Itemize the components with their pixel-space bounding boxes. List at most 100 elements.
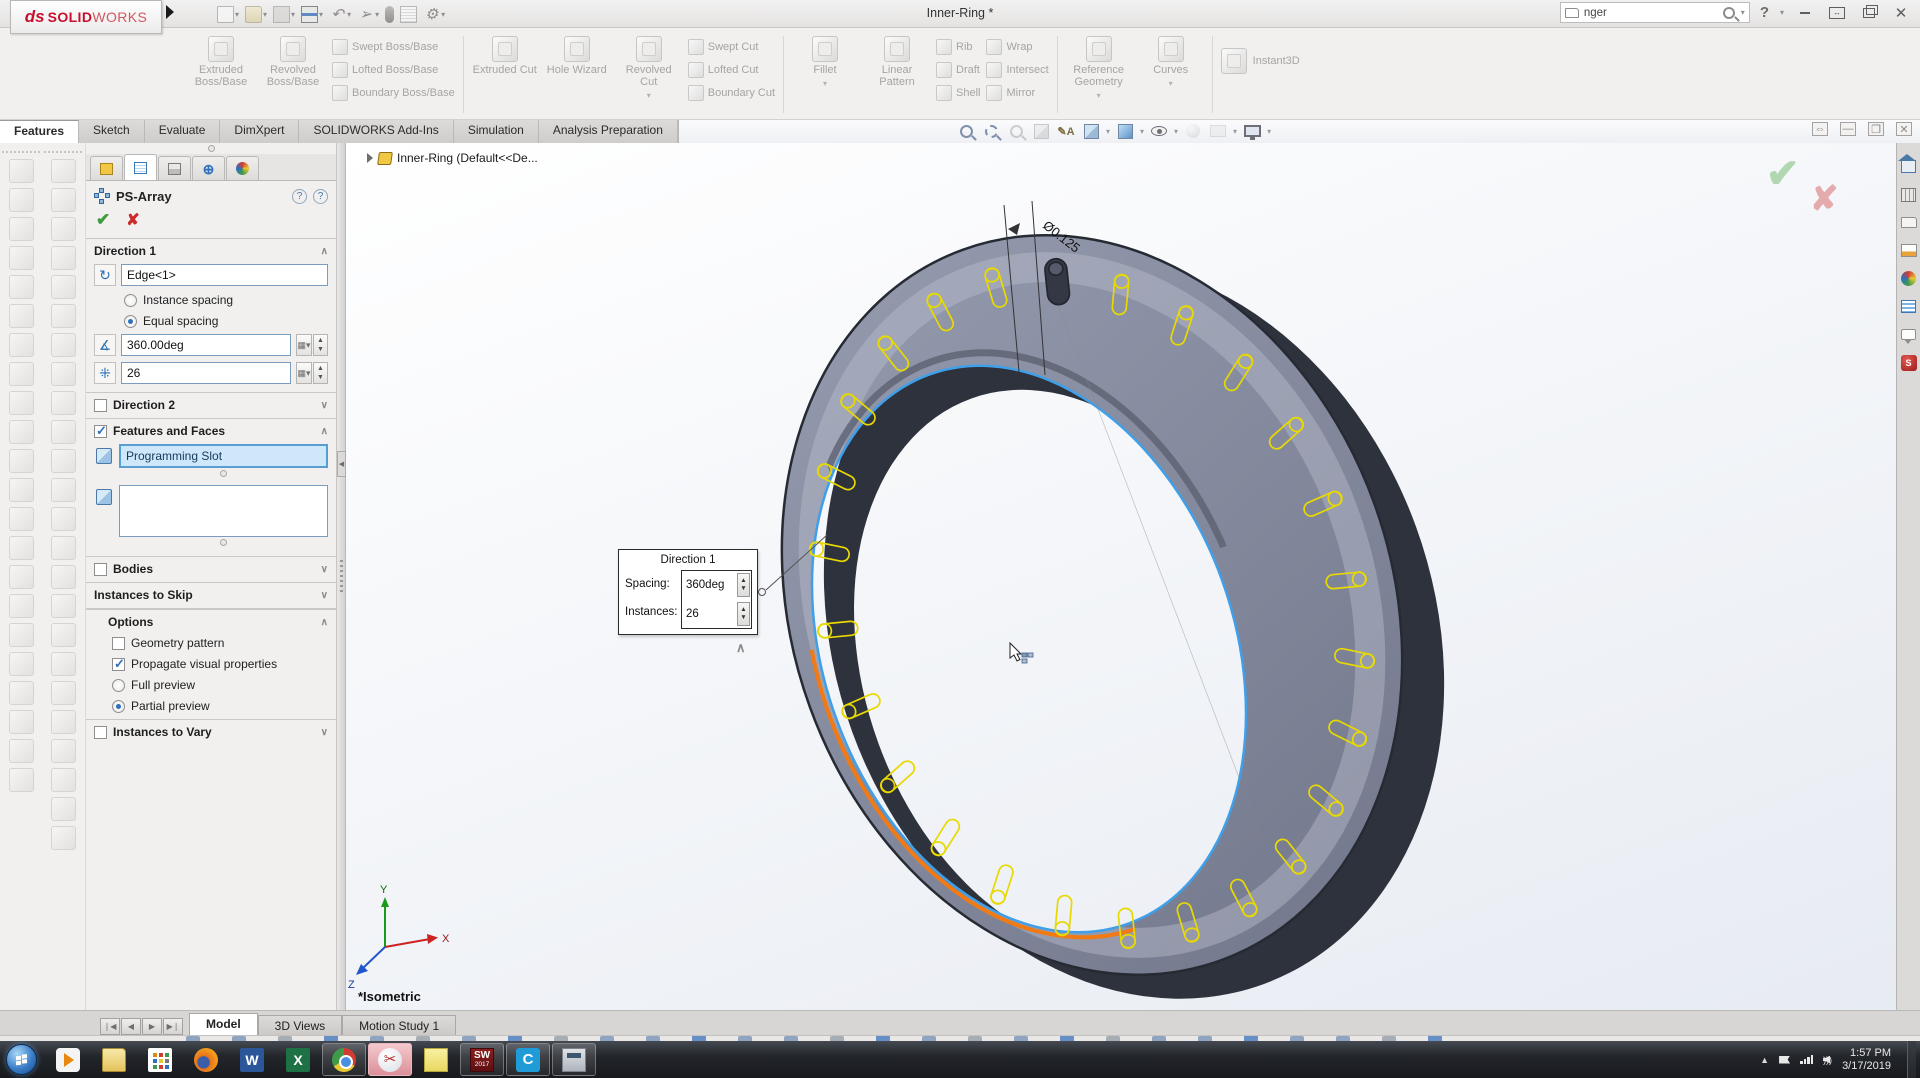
tab-dimxpert[interactable]: DimXpert bbox=[220, 120, 300, 143]
toolbar-icon-placeholder[interactable] bbox=[50, 652, 76, 676]
close-button[interactable]: ✕ bbox=[1890, 4, 1912, 22]
toolbar-icon-placeholder[interactable] bbox=[50, 391, 76, 415]
toolbar-icon-placeholder[interactable] bbox=[50, 478, 76, 502]
toolbar-icon-placeholder[interactable] bbox=[8, 246, 34, 270]
tab-sketch[interactable]: Sketch bbox=[79, 120, 145, 143]
toolbar-icon-placeholder[interactable] bbox=[8, 768, 34, 792]
search-commands-box[interactable]: nger ▾ bbox=[1559, 2, 1750, 23]
toolbar-icon-placeholder[interactable] bbox=[50, 681, 76, 705]
next-tab-button[interactable]: ▶ bbox=[142, 1018, 162, 1035]
ribbon-button-extruded-boss-base[interactable]: Extruded Boss/Base bbox=[188, 34, 254, 88]
feature-tree-root[interactable]: Inner-Ring (Default<<De... bbox=[367, 151, 538, 165]
ribbon-button-revolved-cut[interactable]: Revolved Cut ▾ bbox=[616, 34, 682, 100]
partial-preview-option[interactable]: Partial preview bbox=[112, 699, 328, 713]
tab-propertymanager[interactable] bbox=[124, 154, 157, 180]
toolbar-icon-placeholder[interactable] bbox=[8, 217, 34, 241]
toolbar-icon-placeholder[interactable] bbox=[50, 188, 76, 212]
taskbar-sticky-notes[interactable] bbox=[414, 1043, 458, 1076]
features-to-pattern-list[interactable]: Programming Slot bbox=[119, 444, 328, 468]
toolbar-icon-placeholder[interactable] bbox=[8, 391, 34, 415]
toolbar-icon-placeholder[interactable] bbox=[50, 797, 76, 821]
toolbar-icon-placeholder[interactable] bbox=[50, 507, 76, 531]
toolbar-icon-placeholder[interactable] bbox=[50, 246, 76, 270]
doc-restore-icon[interactable]: ❐ bbox=[1868, 122, 1884, 136]
help-button[interactable]: ? bbox=[1760, 4, 1769, 21]
list-resize-handle[interactable] bbox=[220, 470, 227, 477]
taskbar-c-app[interactable]: C bbox=[506, 1043, 550, 1076]
custom-properties-icon[interactable] bbox=[1899, 297, 1919, 316]
tab-dimxpertmanager[interactable]: ⊕ bbox=[192, 156, 225, 180]
ribbon-button-boundary-cut[interactable]: Boundary Cut bbox=[687, 84, 775, 102]
solidworks-resources-icon[interactable]: S bbox=[1899, 353, 1919, 372]
ribbon-button-shell[interactable]: Shell bbox=[936, 84, 980, 102]
toolbar-icon-placeholder[interactable] bbox=[50, 594, 76, 618]
instance-spacing-radio[interactable] bbox=[124, 293, 137, 307]
features-and-faces-header[interactable]: Features and Faces∧ bbox=[94, 423, 328, 439]
ribbon-button-wrap[interactable]: Wrap bbox=[986, 38, 1048, 56]
toolbar-icon-placeholder[interactable] bbox=[8, 362, 34, 386]
doc-minimize-icon[interactable]: — bbox=[1840, 122, 1856, 136]
graphics-viewport[interactable]: Ø0.125 Y X Z Inner-Ring (Default<<De... … bbox=[346, 143, 1896, 1010]
show-desktop-button[interactable] bbox=[1907, 1041, 1916, 1078]
faces-to-pattern-list[interactable] bbox=[119, 485, 328, 537]
toolbar-icon-placeholder[interactable] bbox=[8, 652, 34, 676]
panel-splitter[interactable]: ◀ bbox=[337, 143, 346, 1010]
cancel-button[interactable]: ✘ bbox=[126, 210, 139, 230]
confirm-ok-icon[interactable]: ✔ bbox=[1766, 151, 1800, 197]
collapse-chevron-icon[interactable]: ∧ bbox=[321, 617, 328, 628]
restore-button[interactable] bbox=[1858, 4, 1880, 22]
toolbar-icon-placeholder[interactable] bbox=[8, 275, 34, 299]
toolbar-icon-placeholder[interactable] bbox=[8, 739, 34, 763]
popup-spacing-spinner[interactable]: ▲ ▼ bbox=[737, 573, 750, 598]
ribbon-button-swept-cut[interactable]: Swept Cut bbox=[687, 38, 775, 56]
toolbar-icon-placeholder[interactable] bbox=[50, 275, 76, 299]
taskbar-clock[interactable]: 1:57 PM 3/17/2019 bbox=[1842, 1047, 1897, 1073]
instances-to-vary-header[interactable]: Instances to Vary ∨ bbox=[94, 725, 328, 739]
propagate-visual-properties-option[interactable]: Propagate visual properties bbox=[112, 656, 328, 672]
toolbar-icon-placeholder[interactable] bbox=[50, 217, 76, 241]
taskbar-excel[interactable]: X bbox=[276, 1043, 320, 1076]
action-center-flag-icon[interactable] bbox=[1779, 1055, 1791, 1064]
previous-tab-button[interactable]: ◀ bbox=[121, 1018, 141, 1035]
equal-spacing-option[interactable]: Equal spacing bbox=[124, 314, 328, 328]
edit-appearance-icon[interactable] bbox=[1182, 121, 1204, 141]
toolbar-icon-placeholder[interactable] bbox=[50, 826, 76, 850]
taskbar-solidworks[interactable]: SW 2017 bbox=[460, 1043, 504, 1076]
toolbar-icon-placeholder[interactable] bbox=[8, 420, 34, 444]
toolbar-icon-placeholder[interactable] bbox=[8, 710, 34, 734]
toolbar-icon-placeholder[interactable] bbox=[50, 710, 76, 734]
search-input[interactable]: nger bbox=[1584, 7, 1718, 19]
expand-chevron-icon[interactable]: ∨ bbox=[321, 400, 328, 411]
toolbar-icon-placeholder[interactable] bbox=[50, 304, 76, 328]
display-style-icon[interactable] bbox=[1114, 121, 1136, 141]
ribbon-button-lofted-cut[interactable]: Lofted Cut bbox=[687, 61, 775, 79]
pattern-axis-field[interactable]: Edge<1> bbox=[121, 264, 328, 286]
previous-view-icon[interactable] bbox=[1005, 121, 1027, 141]
toolbar-icon-placeholder[interactable] bbox=[8, 478, 34, 502]
instances-to-vary-checkbox[interactable] bbox=[94, 725, 107, 739]
tab-motion-study-1[interactable]: Motion Study 1 bbox=[342, 1015, 457, 1035]
taskbar-firefox[interactable] bbox=[184, 1043, 228, 1076]
instances-to-skip-header[interactable]: Instances to Skip ∨ bbox=[94, 588, 328, 602]
zoom-to-fit-icon[interactable] bbox=[955, 121, 977, 141]
partial-preview-radio[interactable] bbox=[112, 699, 125, 713]
tab-analysis-preparation[interactable]: Analysis Preparation bbox=[538, 120, 678, 143]
toolbar-icon-placeholder[interactable] bbox=[8, 449, 34, 473]
full-preview-radio[interactable] bbox=[112, 678, 125, 692]
ribbon-button-fillet[interactable]: Fillet ▾ bbox=[792, 34, 858, 88]
popup-instances-field[interactable]: 26 bbox=[686, 608, 737, 620]
angle-spinner[interactable]: ▲ ▼ bbox=[313, 334, 328, 356]
section-view-icon[interactable] bbox=[1030, 121, 1052, 141]
instance-count-field[interactable]: 26 bbox=[121, 362, 291, 384]
collapse-chevron-icon[interactable]: ∧ bbox=[321, 426, 328, 437]
angle-field[interactable]: 360.00deg bbox=[121, 334, 291, 356]
taskbar-calculator[interactable] bbox=[552, 1043, 596, 1076]
geometry-pattern-option[interactable]: Geometry pattern bbox=[112, 636, 328, 650]
view-palette-icon[interactable] bbox=[1899, 241, 1919, 260]
ribbon-button-intersect[interactable]: Intersect bbox=[986, 61, 1049, 79]
zoom-to-area-icon[interactable] bbox=[980, 121, 1002, 141]
toolbar-icon-placeholder[interactable] bbox=[8, 536, 34, 560]
ring-front-face[interactable] bbox=[646, 183, 1546, 1010]
ribbon-button-draft[interactable]: Draft bbox=[936, 61, 980, 79]
popup-instances-spinner[interactable]: ▲ ▼ bbox=[737, 601, 750, 626]
